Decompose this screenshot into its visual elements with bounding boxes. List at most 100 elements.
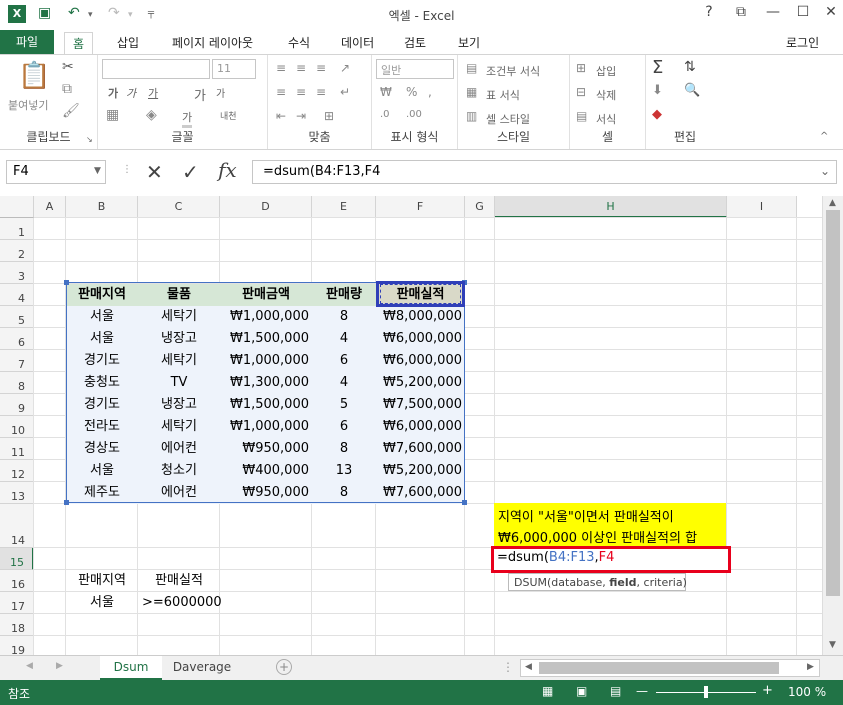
expand-formula-bar-icon[interactable]: ⌄ [820,164,830,178]
decrease-decimal-icon[interactable]: .00 [406,109,422,120]
row-header-13[interactable]: 13 [0,482,34,504]
increase-decimal-icon[interactable]: .0 [380,109,390,120]
paste-icon[interactable]: 📋 [18,61,50,91]
add-sheet-icon[interactable]: + [276,659,292,675]
row-header-18[interactable]: 18 [0,614,34,636]
zoom-slider-thumb[interactable] [704,686,708,698]
orientation-icon[interactable]: ↗ [340,61,350,75]
italic-button[interactable]: 가 [126,85,136,101]
column-header-i[interactable]: I [727,196,797,218]
decrease-indent-icon[interactable]: ⇤ [276,109,286,123]
row-header-17[interactable]: 17 [0,592,34,614]
autosum-icon[interactable]: Σ [652,57,663,78]
clear-icon[interactable]: ◆ [652,107,662,122]
find-select-icon[interactable]: 🔍 [684,83,700,98]
row-header-10[interactable]: 10 [0,416,34,438]
paste-button[interactable]: 붙여넣기 [8,97,48,113]
row-header-3[interactable]: 3 [0,262,34,284]
criteria-header-sales[interactable]: 판매실적 [138,570,220,592]
row-header-5[interactable]: 5 [0,306,34,328]
fill-icon[interactable]: ⬇ [652,83,663,98]
conditional-format-button[interactable]: 조건부 서식 [486,63,540,79]
column-header-a[interactable]: A [34,196,66,218]
row-header-9[interactable]: 9 [0,394,34,416]
tab-split-icon[interactable]: ⋮ [502,660,514,674]
maximize-icon[interactable]: ☐ [791,4,815,24]
h-scroll-thumb[interactable] [539,662,779,674]
format-cells-icon[interactable]: ▤ [576,109,587,123]
delete-cells-icon[interactable]: ⊟ [576,85,586,99]
normal-view-icon[interactable]: ▦ [542,684,553,698]
bottom-align-icon[interactable]: ≡ [316,61,326,75]
top-align-icon[interactable]: ≡ [276,61,286,75]
row-header-12[interactable]: 12 [0,460,34,482]
row-header-16[interactable]: 16 [0,570,34,592]
increase-indent-icon[interactable]: ⇥ [296,109,306,123]
tab-file[interactable]: 파일 [0,30,54,54]
sort-filter-icon[interactable]: ⇅ [684,59,696,75]
column-header-f[interactable]: F [376,196,465,218]
conditional-format-icon[interactable]: ▤ [466,61,477,75]
formula-input[interactable]: =dsum(B4:F13,F4 [252,160,837,184]
range-handle[interactable] [64,500,69,505]
format-table-icon[interactable]: ▦ [466,85,477,99]
format-painter-icon[interactable]: 🖌 [62,103,80,119]
left-align-icon[interactable]: ≡ [276,85,286,99]
row-header-14[interactable]: 14 [0,504,34,548]
cut-icon[interactable]: ✂ [62,59,74,75]
row-header-8[interactable]: 8 [0,372,34,394]
fill-color-icon[interactable]: ◈ [146,107,157,123]
name-box-dropdown-icon[interactable]: ▼ [94,166,101,176]
column-header-d[interactable]: D [220,196,312,218]
currency-icon[interactable]: ₩ [380,85,392,99]
prev-sheet-icon[interactable]: ◀ [26,661,33,671]
row-header-15[interactable]: 15 [0,548,34,570]
tab-formulas[interactable]: 수식 [280,32,318,54]
format-table-button[interactable]: 표 서식 [486,87,520,103]
confirm-entry-icon[interactable]: ✓ [182,160,199,184]
criteria-value-sales[interactable]: >=6000000 [138,592,222,614]
close-icon[interactable]: ✕ [819,4,843,24]
merge-center-icon[interactable]: ⊞ [324,109,334,123]
font-size-box[interactable]: 11 [212,59,256,79]
shrink-font-button[interactable]: 가 [216,85,225,100]
sheet-tab-daverage[interactable]: Daverage [162,656,242,680]
sheet-tab-dsum[interactable]: Dsum [100,656,162,680]
delete-cells-button[interactable]: 삭제 [596,87,616,103]
right-align-icon[interactable]: ≡ [316,85,326,99]
format-cells-button[interactable]: 서식 [596,111,616,127]
number-format-box[interactable]: 일반 [376,59,454,79]
minimize-icon[interactable]: — [761,4,785,24]
column-header-h[interactable]: H [495,196,727,218]
tab-home[interactable]: 홈 [64,32,94,54]
underline-button[interactable]: 가 [148,85,158,101]
row-header-11[interactable]: 11 [0,438,34,460]
cell-styles-button[interactable]: 셀 스타일 [486,111,530,127]
cell-styles-icon[interactable]: ▥ [466,109,477,123]
range-handle[interactable] [64,280,69,285]
column-header-g[interactable]: G [465,196,495,218]
horizontal-scrollbar[interactable]: ◀ ▶ [520,659,820,677]
page-break-view-icon[interactable]: ▤ [610,684,621,698]
center-align-icon[interactable]: ≡ [296,85,306,99]
column-header-c[interactable]: C [138,196,220,218]
tab-data[interactable]: 데이터 [333,32,382,54]
font-name-box[interactable] [102,59,210,79]
zoom-in-icon[interactable]: + [762,683,773,698]
phonetic-button[interactable]: 내천 [220,109,237,122]
function-tooltip[interactable]: DSUM(database, field, criteria) [508,573,687,591]
zoom-level[interactable]: 100 % [788,685,826,699]
editing-cell-formula[interactable]: =dsum(B4:F13,F4 [497,550,614,565]
select-all-button[interactable] [0,196,34,218]
row-header-7[interactable]: 7 [0,350,34,372]
name-box[interactable]: F4 [6,160,106,184]
comma-icon[interactable]: , [428,85,432,99]
collapse-ribbon-icon[interactable]: ^ [820,131,828,142]
middle-align-icon[interactable]: ≡ [296,61,306,75]
scroll-up-icon[interactable]: ▲ [829,198,836,208]
copy-icon[interactable]: ⧉ [62,81,72,97]
row-header-1[interactable]: 1 [0,218,34,240]
login-link[interactable]: 로그인 [778,32,827,54]
percent-icon[interactable]: % [406,85,417,99]
next-sheet-icon[interactable]: ▶ [56,661,63,671]
